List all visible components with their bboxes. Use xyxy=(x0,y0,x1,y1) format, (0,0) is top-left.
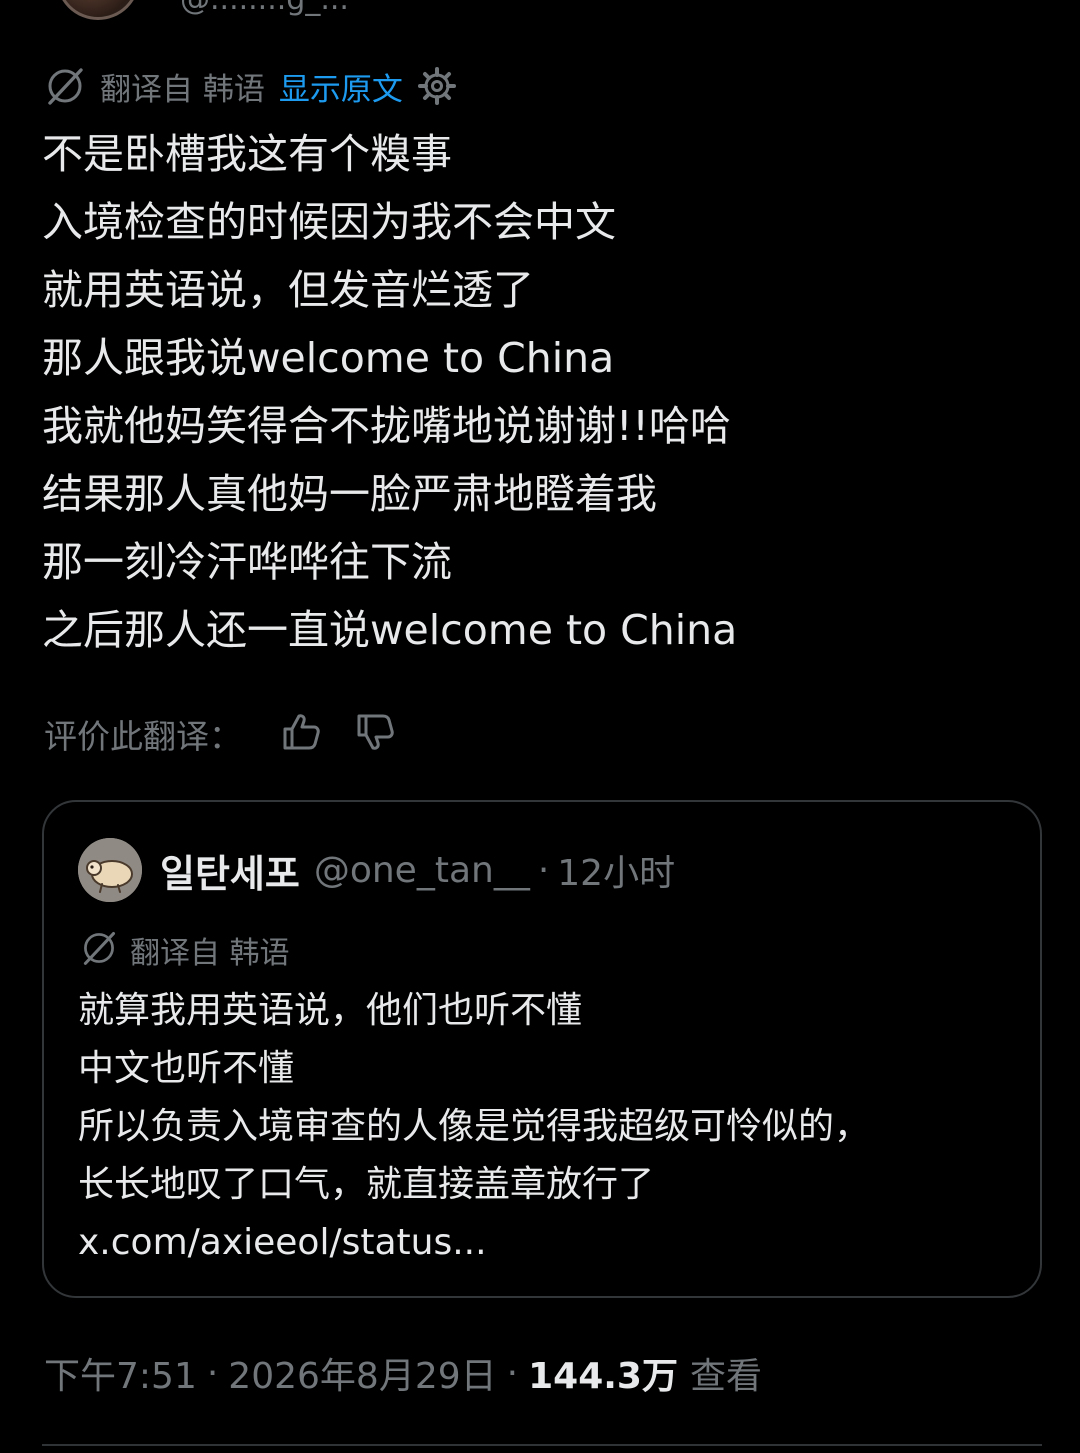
rate-translation-label: 评价此翻译： xyxy=(44,717,242,756)
quoted-post-link[interactable]: x.com/axieeol/status... xyxy=(78,1214,1018,1272)
rate-translation-bar: 评价此翻译： xyxy=(44,708,402,760)
quoted-post-line: 就算我用英语说，他们也听不懂 xyxy=(78,990,583,1031)
quoted-post-text: 就算我用英语说，他们也听不懂 中文也听不懂 所以负责入境审查的人像是觉得我超级可… xyxy=(78,982,1018,1272)
post-line: 之后那人还一直说welcome to China xyxy=(42,606,738,654)
thumbs-down-icon xyxy=(355,711,397,757)
gear-icon[interactable] xyxy=(417,66,457,106)
quoted-post-line: 所以负责入境审查的人像是觉得我超级可怜似的， xyxy=(78,1106,871,1147)
quoted-post-line: 中文也听不懂 xyxy=(78,1048,295,1089)
quoted-post-time[interactable]: 12小时 xyxy=(557,844,675,896)
translate-slash-icon xyxy=(44,65,86,107)
thumbs-down-button[interactable] xyxy=(350,708,402,760)
quoted-author-avatar[interactable] xyxy=(78,838,142,902)
post-line: 那人跟我说welcome to China xyxy=(42,334,615,382)
post-line: 不是卧槽我这有个糗事 xyxy=(42,130,452,178)
post-line: 我就他妈笑得合不拢嘴地说谢谢!!哈哈 xyxy=(42,402,731,450)
post-line: 就用英语说，但发音烂透了 xyxy=(42,266,534,314)
post-line: 那一刻冷汗哗哗往下流 xyxy=(42,538,452,586)
translation-label: 翻译自 韩语 xyxy=(100,71,265,108)
post-line: 结果那人真他妈一脸严肃地瞪着我 xyxy=(42,470,657,518)
post-line: 入境检查的时候因为我不会中文 xyxy=(42,198,616,246)
translate-slash-icon xyxy=(80,929,118,971)
meta-separator: · xyxy=(206,1352,219,1394)
author-handle[interactable]: @........g_... xyxy=(180,0,349,17)
thumbs-up-button[interactable] xyxy=(276,708,328,760)
quoted-post-card[interactable]: 일탄세포 @one_tan__ · 12小时 翻译自 韩语 就算我用英语说，他们… xyxy=(42,800,1042,1298)
post-text: 不是卧槽我这有个糗事 入境检查的时候因为我不会中文 就用英语说，但发音烂透了 那… xyxy=(42,120,1042,664)
thumbs-up-icon xyxy=(281,711,323,757)
quoted-translation-bar: 翻译自 韩语 xyxy=(80,929,290,971)
show-original-link[interactable]: 显示原文 xyxy=(279,64,403,109)
post-time[interactable]: 下午7:51 xyxy=(44,1347,197,1399)
quoted-post-line: 长长地叹了口气，就直接盖章放行了 xyxy=(78,1164,655,1205)
meta-separator: · xyxy=(506,1352,519,1394)
view-label: 查看 xyxy=(689,1356,762,1397)
post-meta: 下午7:51 · 2026年8月29日 · 144.3万 查看 xyxy=(44,1346,762,1400)
quoted-author-handle[interactable]: @one_tan__ xyxy=(314,850,530,891)
view-count[interactable]: 144.3万 xyxy=(528,1347,678,1399)
quoted-translation-label: 翻译自 韩语 xyxy=(130,936,290,971)
post-date[interactable]: 2026年8月29日 xyxy=(228,1347,496,1399)
quoted-post-header: 일탄세포 @one_tan__ · 12小时 xyxy=(78,838,675,902)
quoted-author-name[interactable]: 일탄세포 xyxy=(160,843,300,898)
translation-bar: 翻译自 韩语 显示原文 xyxy=(44,64,457,108)
divider xyxy=(42,1444,1042,1446)
author-avatar[interactable] xyxy=(56,0,140,20)
quoted-header-separator: · xyxy=(537,849,550,891)
